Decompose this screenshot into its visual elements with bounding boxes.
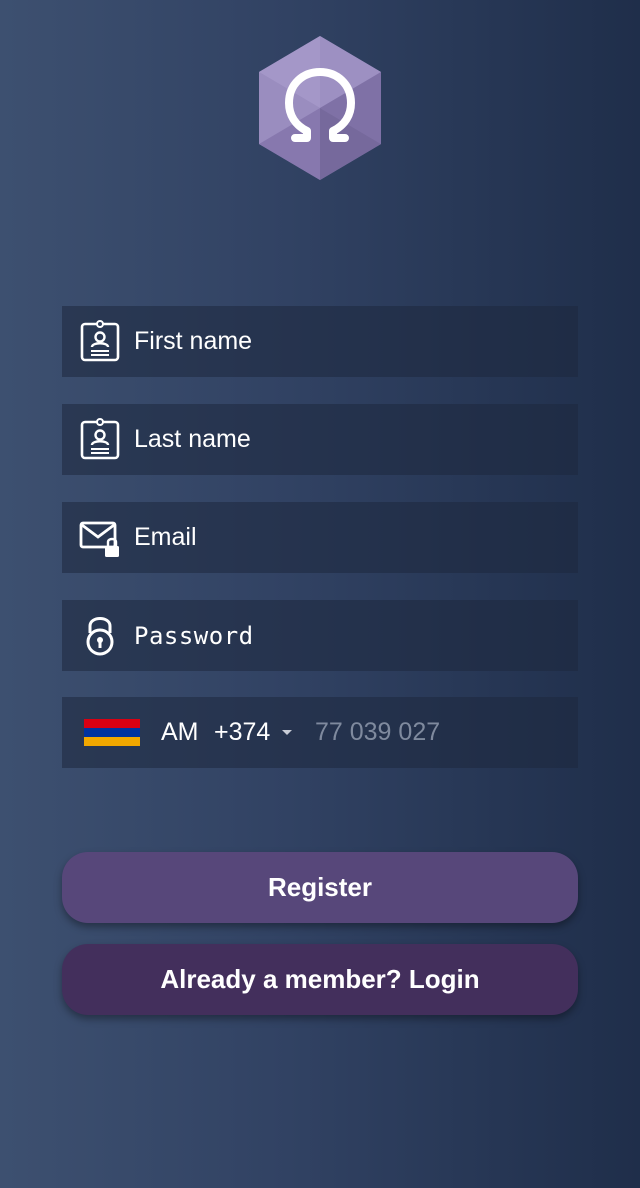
dial-code[interactable]: +374 bbox=[214, 697, 270, 768]
password-input[interactable] bbox=[134, 600, 554, 671]
country-code[interactable]: AM bbox=[161, 697, 199, 768]
armenia-flag-icon[interactable] bbox=[84, 719, 140, 746]
email-lock-icon bbox=[79, 521, 119, 557]
id-badge-icon bbox=[80, 320, 120, 362]
register-button[interactable]: Register bbox=[62, 852, 578, 923]
phone-input[interactable] bbox=[315, 697, 555, 768]
phone-field[interactable]: AM +374 bbox=[62, 697, 578, 768]
login-button[interactable]: Already a member? Login bbox=[62, 944, 578, 1015]
padlock-icon bbox=[86, 617, 114, 656]
id-badge-icon bbox=[80, 418, 120, 460]
first-name-field[interactable] bbox=[62, 306, 578, 377]
email-field[interactable] bbox=[62, 502, 578, 573]
password-field[interactable] bbox=[62, 600, 578, 671]
email-input[interactable] bbox=[134, 502, 554, 573]
chevron-down-icon[interactable] bbox=[282, 730, 292, 735]
app-logo bbox=[259, 36, 381, 180]
last-name-field[interactable] bbox=[62, 404, 578, 475]
last-name-input[interactable] bbox=[134, 404, 554, 475]
first-name-input[interactable] bbox=[134, 306, 554, 377]
